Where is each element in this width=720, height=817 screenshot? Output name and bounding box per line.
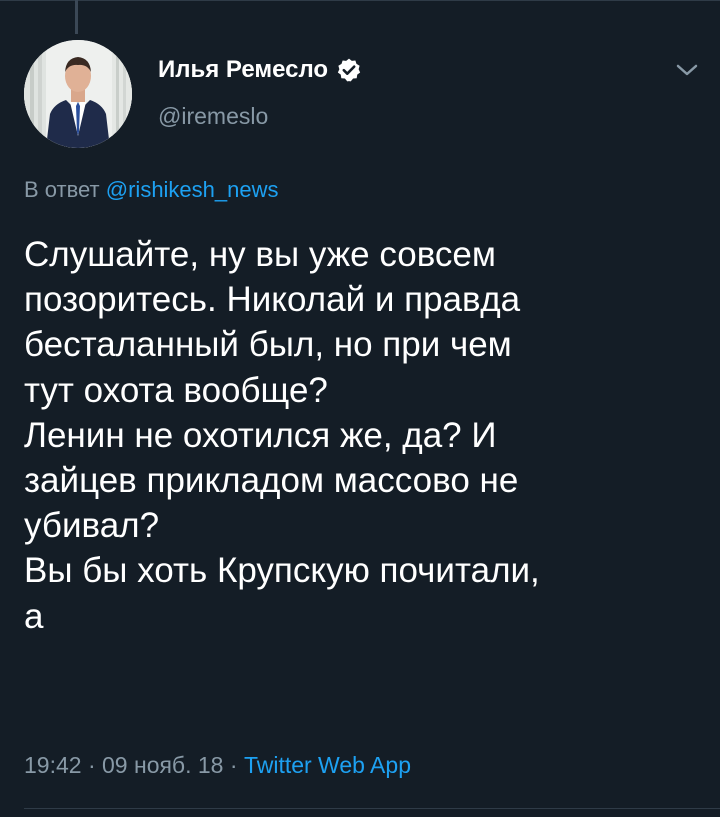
- bottom-divider: [24, 808, 720, 809]
- reply-context: В ответ @rishikesh_news: [24, 177, 279, 203]
- tweet-date[interactable]: 09 нояб. 18: [102, 752, 223, 778]
- reply-prefix: В ответ: [24, 177, 100, 202]
- author-display-name[interactable]: Илья Ремесло: [158, 56, 328, 84]
- tweet-meta: 19:42 · 09 нояб. 18 · Twitter Web App: [24, 752, 411, 779]
- verified-badge-icon: [336, 57, 362, 83]
- meta-separator: ·: [81, 752, 103, 778]
- meta-separator: ·: [223, 752, 244, 778]
- chevron-down-icon[interactable]: [672, 58, 702, 82]
- author-name-row: Илья Ремесло: [158, 54, 362, 86]
- avatar[interactable]: [24, 40, 132, 148]
- top-divider: [0, 0, 720, 1]
- thread-connector-line: [75, 0, 78, 34]
- tweet-text: Слушайте, ну вы уже совсем позоритесь. Н…: [24, 235, 540, 636]
- tweet-source-link[interactable]: Twitter Web App: [244, 752, 411, 778]
- reply-mention-link[interactable]: @rishikesh_news: [106, 177, 279, 202]
- author-handle[interactable]: @iremeslo: [158, 103, 268, 130]
- tweet-time[interactable]: 19:42: [24, 752, 82, 778]
